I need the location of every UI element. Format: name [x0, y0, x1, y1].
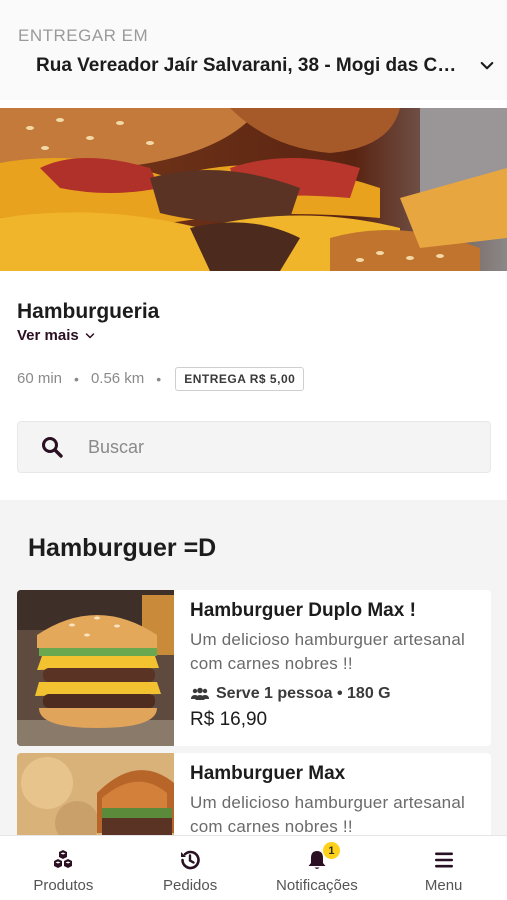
search-input[interactable]	[88, 436, 468, 458]
notification-badge: 1	[322, 842, 340, 859]
product-image	[17, 753, 174, 835]
address-selector[interactable]: Rua Vereador Jaír Salvarani, 38 - Mogi d…	[36, 52, 496, 80]
nav-item-notificacoes[interactable]: 1 Notificações	[254, 836, 381, 900]
product-serving: Serve 1 pessoa • 180 G	[190, 685, 475, 703]
product-description: Um delicioso hamburguer artesanal com ca…	[190, 630, 465, 673]
separator-dot: •	[156, 370, 162, 387]
chevron-down-icon	[85, 332, 94, 338]
nav-item-produtos[interactable]: Produtos	[0, 836, 127, 900]
product-name: Hamburguer Max	[190, 763, 346, 784]
hamburger-menu-icon	[434, 852, 453, 868]
store-meta: 60 min • 0.56 km • ENTREGA R$ 5,00	[17, 365, 305, 392]
nav-label: Pedidos	[163, 877, 218, 894]
see-more-button[interactable]: Ver mais	[17, 327, 96, 344]
search-icon	[42, 437, 63, 458]
address-text: Rua Vereador Jaír Salvarani, 38 - Mogi d…	[36, 55, 461, 76]
product-info: Hamburguer Max Um delicioso hamburguer a…	[174, 753, 475, 835]
product-description: Um delicioso hamburguer artesanal com ca…	[190, 793, 465, 835]
deliver-label: ENTREGAR EM	[18, 26, 149, 45]
cubes-icon	[54, 850, 73, 868]
store-name: Hamburgueria	[17, 300, 160, 323]
chevron-down-icon	[480, 61, 494, 70]
separator-dot: •	[74, 370, 79, 387]
product-info: Hamburguer Duplo Max ! Um delicioso hamb…	[174, 590, 475, 746]
product-card[interactable]: Hamburguer Max Um delicioso hamburguer a…	[17, 753, 491, 835]
category-title: Hamburguer =D	[28, 534, 217, 562]
nav-label: Menu	[424, 877, 463, 894]
see-more-label: Ver mais	[17, 327, 79, 344]
users-icon	[191, 687, 209, 700]
product-name: Hamburguer Duplo Max !	[190, 600, 416, 621]
store-banner-image	[0, 108, 507, 271]
nav-label: Produtos	[33, 877, 94, 894]
serving-text: Serve 1 pessoa • 180 G	[216, 685, 391, 702]
history-icon	[181, 850, 200, 870]
search-bar[interactable]	[17, 421, 491, 473]
nav-item-menu[interactable]: Menu	[380, 836, 507, 900]
store-distance: 0.56 km	[90, 370, 145, 387]
product-card[interactable]: Hamburguer Duplo Max ! Um delicioso hamb…	[17, 590, 491, 746]
nav-item-pedidos[interactable]: Pedidos	[127, 836, 254, 900]
product-section: Hamburguer =D Hamburguer Duplo Max ! Um …	[0, 500, 507, 835]
bottom-navigation: Produtos Pedidos 1 Notificações Menu	[0, 835, 507, 900]
delivery-fee-badge: ENTREGA R$ 5,00	[175, 366, 305, 391]
product-price: R$ 16,90	[190, 709, 268, 730]
delivery-time: 60 min	[17, 370, 63, 387]
delivery-header: ENTREGAR EM Rua Vereador Jaír Salvarani,…	[0, 0, 507, 100]
product-image	[17, 590, 174, 746]
nav-label: Notificações	[276, 877, 358, 894]
